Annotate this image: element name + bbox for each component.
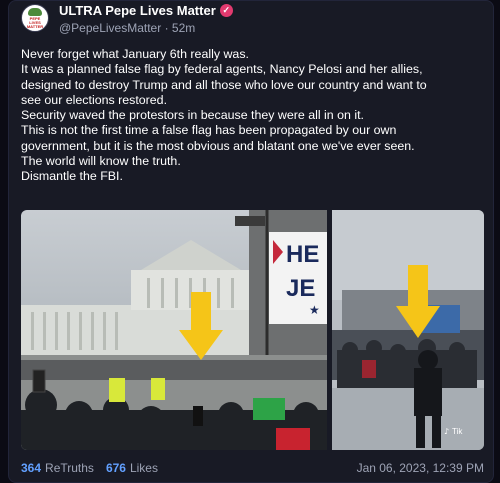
retruths-count[interactable]: 364 <box>21 461 41 475</box>
music-note-icon: ♪ <box>444 427 449 436</box>
post-header: PEPE LIVES MATTER ULTRA Pepe Lives Matte… <box>21 3 233 36</box>
media-image-left[interactable]: HE JE ★ <box>21 210 327 450</box>
author-display-name[interactable]: ULTRA Pepe Lives Matter <box>59 3 216 18</box>
handle-row: @PepeLivesMatter · 52m <box>59 21 233 35</box>
sign-text-bottom: JE <box>286 275 315 302</box>
post-line: Security waved the protestors in because… <box>21 108 364 123</box>
post-line: Never forget what January 6th really was… <box>21 47 249 61</box>
retruths-label[interactable]: ReTruths <box>45 461 94 475</box>
tiktok-watermark: Tik <box>452 427 463 436</box>
media-image-right[interactable]: Tik ♪ <box>332 210 484 450</box>
frog-icon <box>28 7 42 16</box>
post-body: Never forget what January 6th really was… <box>21 47 486 185</box>
post-line: It was a planned false flag by federal a… <box>21 62 423 77</box>
post-line: see our elections restored. <box>21 92 168 107</box>
post-timestamp[interactable]: Jan 06, 2023, 12:39 PM <box>357 461 484 475</box>
display-name-row: ULTRA Pepe Lives Matter ✓ <box>59 3 233 18</box>
sign-text-top: HE <box>286 241 319 268</box>
author-names: ULTRA Pepe Lives Matter ✓ @PepeLivesMatt… <box>59 3 233 35</box>
post-line: Dismantle the FBI. <box>21 169 123 184</box>
svg-text:★: ★ <box>309 303 320 317</box>
post-line: This is not the first time a false flag … <box>21 123 397 138</box>
post-line: designed to destroy Trump and all those … <box>21 77 427 92</box>
author-handle[interactable]: @PepeLivesMatter <box>59 21 161 35</box>
likes-label[interactable]: Likes <box>130 461 158 475</box>
post-line: government, but it is the most obvious a… <box>21 138 415 153</box>
post-media-gallery: HE JE ★ Tik ♪ <box>21 210 484 450</box>
post-footer: 364 ReTruths 676 Likes Jan 06, 2023, 12:… <box>21 459 484 477</box>
avatar[interactable]: PEPE LIVES MATTER <box>21 4 49 32</box>
post-line: The world will know the truth. <box>21 154 181 169</box>
avatar-text-3: MATTER <box>26 23 44 29</box>
separator-dot: · <box>164 21 172 35</box>
likes-count[interactable]: 676 <box>106 461 126 475</box>
verified-badge-icon: ✓ <box>219 4 233 17</box>
truth-post-card: PEPE LIVES MATTER ULTRA Pepe Lives Matte… <box>8 0 494 483</box>
post-time-ago[interactable]: 52m <box>172 21 195 35</box>
